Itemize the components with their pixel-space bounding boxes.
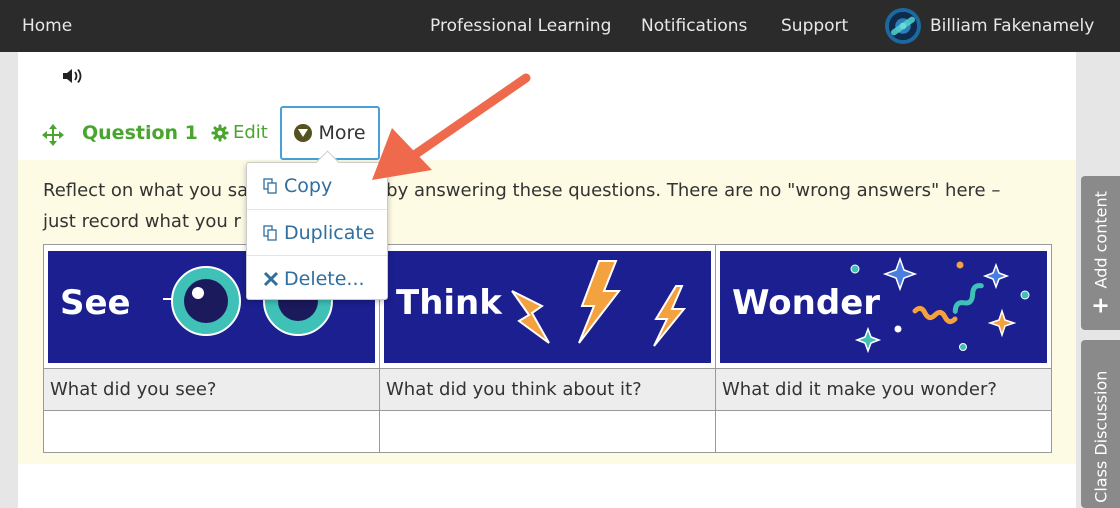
add-content-tab[interactable]: + Add content [1081,176,1120,330]
wonder-answer-cell[interactable] [715,410,1052,453]
copy-icon [263,178,277,194]
more-dropdown-menu: Copy Duplicate Delete... [246,162,388,300]
caret-down-icon [294,124,313,142]
menu-item-duplicate[interactable]: Duplicate [247,209,387,255]
wonder-question-cell: What did it make you wonder? [715,368,1052,411]
edit-label: Edit [233,122,268,143]
see-answer-cell[interactable] [43,410,380,453]
user-menu[interactable]: Billiam Fakenamely [885,8,1094,44]
prompt-line-1a: Reflect on what you sa [43,180,249,201]
gear-icon [211,124,229,141]
think-panel: Think [384,250,711,363]
think-panel-cell: Think [379,244,716,369]
avatar [885,8,921,44]
menu-item-delete[interactable]: Delete... [247,255,387,301]
wonder-panel-cell: Wonder [715,244,1052,369]
prompt-line-1b: by answering these questions. There are … [386,180,1001,201]
menu-item-copy[interactable]: Copy [247,163,387,209]
see-label: See [60,282,131,323]
think-question-cell: What did you think about it? [379,368,716,411]
more-button[interactable]: More [280,106,380,160]
plus-icon: + [1088,296,1113,315]
menu-item-duplicate-label: Duplicate [284,221,375,244]
duplicate-icon [263,224,277,241]
prompt-line-2a: just record what you r [43,211,241,232]
user-name: Billiam Fakenamely [930,16,1095,36]
nav-professional-learning-link[interactable]: Professional Learning [430,16,611,36]
add-content-label: Add content [1091,191,1110,289]
edit-button[interactable]: Edit [211,122,268,143]
nav-home-link[interactable]: Home [22,16,72,36]
think-answer-cell[interactable] [379,410,716,453]
class-discussion-tab[interactable]: ›Class Discussion [1081,340,1120,508]
see-question-cell: What did you see? [43,368,380,411]
question-prompt: Reflect on what you sa by answering these… [43,175,1053,237]
close-icon [263,271,279,286]
more-label: More [318,122,366,144]
menu-item-delete-label: Delete... [284,267,365,290]
speaker-icon[interactable] [62,67,86,85]
top-nav-bar: Home Professional Learning Notifications… [0,0,1120,52]
class-discussion-label: Class Discussion [1091,370,1110,503]
question-title: Question 1 [82,122,198,144]
think-label: Think [396,282,502,323]
nav-notifications-link[interactable]: Notifications [641,16,747,36]
wonder-panel: Wonder [720,250,1047,363]
move-icon[interactable] [42,124,64,146]
menu-item-copy-label: Copy [284,175,333,197]
nav-support-link[interactable]: Support [781,16,848,36]
wonder-label: Wonder [732,282,881,323]
see-think-wonder-table: See Think Wonder What did you see? What … [43,244,1052,453]
